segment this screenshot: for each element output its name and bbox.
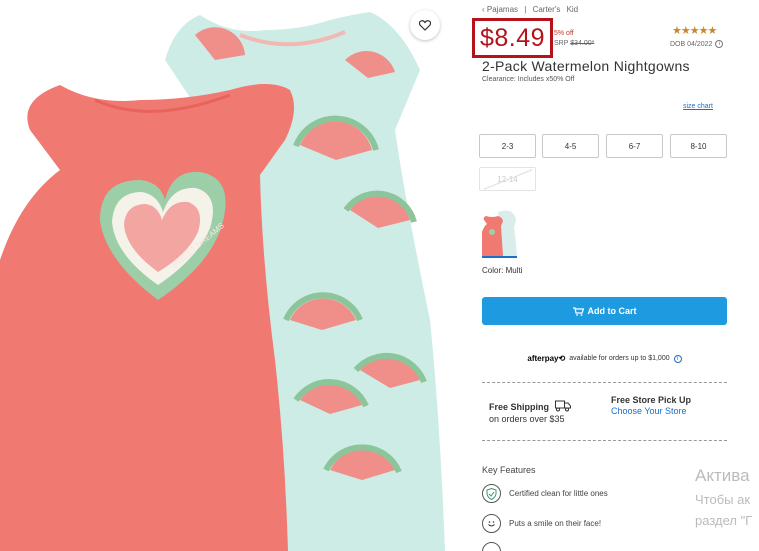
activation-watermark-line: раздел "Г (695, 513, 753, 528)
activation-watermark-line: Чтобы ак (695, 492, 751, 507)
current-price: $8.49 (479, 23, 546, 52)
nightgowns-illustration: SWEET DREAMS (0, 12, 445, 551)
clearance-note: Clearance: Includes x50% Off (482, 76, 575, 83)
free-shipping-subtitle: on orders over $35 (489, 414, 565, 424)
srp-line: SRP $34.00* (554, 40, 594, 47)
size-option-4-5[interactable]: 4-5 (542, 134, 599, 158)
add-to-cart-button[interactable]: Add to Cart (482, 297, 727, 325)
favorite-button[interactable] (410, 10, 440, 40)
rating-stars[interactable]: ★★★★★ (672, 24, 717, 37)
feature-icon-partial (482, 542, 501, 551)
free-shipping-title: Free Shipping (489, 402, 550, 412)
feature-item: Puts a smile on their face! (482, 514, 601, 533)
smiley-icon (482, 514, 501, 533)
size-chart-link[interactable]: size chart (683, 103, 713, 110)
dob-text: DOB 04/2022 (670, 40, 713, 48)
size-option-2-3[interactable]: 2-3 (479, 134, 536, 158)
color-swatch-multi[interactable] (482, 208, 517, 258)
afterpay-note: afterpay⟲ available for orders up to $1,… (482, 354, 727, 363)
feature-text: Certified clean for little ones (509, 489, 608, 498)
info-icon[interactable]: i (715, 40, 724, 48)
feature-item: Certified clean for little ones (482, 484, 608, 503)
swatch-thumbnail (482, 210, 517, 256)
product-title: 2-Pack Watermelon Nightgowns (482, 58, 690, 74)
size-option-8-10[interactable]: 8-10 (670, 134, 727, 158)
truck-icon (555, 400, 571, 412)
product-image[interactable]: SWEET DREAMS (0, 0, 445, 551)
feature-text: Puts a smile on their face! (509, 519, 602, 528)
dob-line: DOB 04/2022 i (670, 40, 724, 48)
shield-check-icon (482, 484, 501, 503)
activation-watermark-title: Актива (695, 466, 750, 485)
price-highlight: $8.49 (472, 18, 553, 58)
breadcrumb-kid[interactable]: Kid (567, 5, 579, 14)
srp-value: $34.00* (570, 40, 595, 47)
color-label: Color: Multi (482, 266, 523, 275)
divider (482, 382, 727, 383)
percent-off: 5% off (554, 30, 574, 37)
afterpay-logo: afterpay⟲ (527, 354, 566, 363)
afterpay-text: available for orders up to $1,000 (569, 355, 670, 362)
afterpay-info-icon[interactable]: i (673, 354, 682, 363)
cart-icon (572, 306, 584, 316)
srp-label: SRP (554, 40, 569, 47)
divider (482, 440, 727, 441)
product-page: SWEET DREAMS ‹ Pajamas | Carter's Kid 5%… (0, 0, 759, 551)
store-pickup-title: Free Store Pick Up (611, 395, 692, 405)
breadcrumb-separator: | (524, 5, 527, 14)
breadcrumb-pajamas[interactable]: ‹ Pajamas (482, 5, 518, 14)
choose-store-link[interactable]: Choose Your Store (611, 406, 687, 416)
breadcrumb-carters[interactable]: Carter's (533, 5, 561, 14)
size-option-12-14: 12-14 (479, 167, 536, 191)
add-to-cart-label: Add to Cart (587, 306, 637, 316)
size-option-6-7[interactable]: 6-7 (606, 134, 663, 158)
breadcrumb: ‹ Pajamas | Carter's Kid (482, 5, 582, 14)
key-features-title: Key Features (482, 465, 536, 475)
heart-icon (419, 19, 431, 31)
